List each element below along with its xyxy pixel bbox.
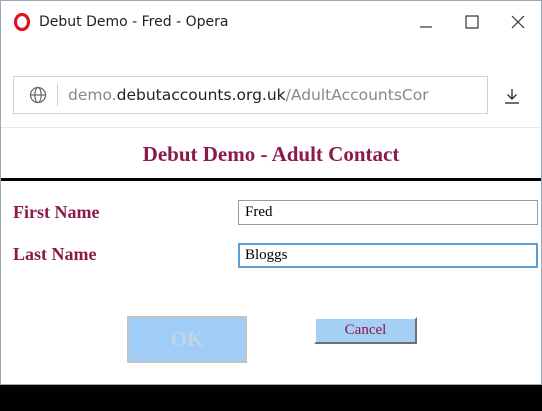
maximize-button[interactable] bbox=[449, 1, 495, 43]
footer-bar bbox=[0, 385, 542, 411]
first-name-input[interactable]: Fred bbox=[238, 200, 538, 225]
globe-icon bbox=[28, 85, 48, 105]
url-path: /AdultAccountsCor bbox=[285, 86, 429, 104]
last-name-input[interactable]: Bloggs bbox=[238, 243, 538, 268]
close-button[interactable] bbox=[495, 1, 541, 43]
window-title: Debut Demo - Fred - Opera bbox=[39, 14, 229, 30]
cancel-button[interactable]: Cancel bbox=[314, 317, 417, 344]
last-name-label: Last Name bbox=[13, 244, 97, 264]
browser-window: Debut Demo - Fred - Opera demo. debutacc… bbox=[0, 0, 542, 385]
url-domain: debutaccounts.org.uk bbox=[116, 86, 286, 104]
header-divider bbox=[1, 178, 541, 181]
opera-logo-icon bbox=[14, 13, 30, 31]
ok-button[interactable]: OK bbox=[127, 316, 247, 363]
close-icon bbox=[511, 15, 525, 29]
download-button[interactable] bbox=[501, 85, 523, 107]
url-prefix: demo. bbox=[68, 86, 117, 104]
first-name-label: First Name bbox=[13, 202, 100, 222]
title-bar: Debut Demo - Fred - Opera bbox=[1, 1, 541, 43]
minimize-icon bbox=[420, 26, 432, 28]
address-separator bbox=[57, 84, 58, 106]
download-icon bbox=[505, 89, 519, 104]
page-title: Debut Demo - Adult Contact bbox=[142, 142, 400, 166]
minimize-button[interactable] bbox=[403, 1, 449, 43]
maximize-icon bbox=[465, 15, 479, 29]
address-bar[interactable]: demo. debutaccounts.org.uk/AdultAccountsC… bbox=[13, 76, 488, 114]
